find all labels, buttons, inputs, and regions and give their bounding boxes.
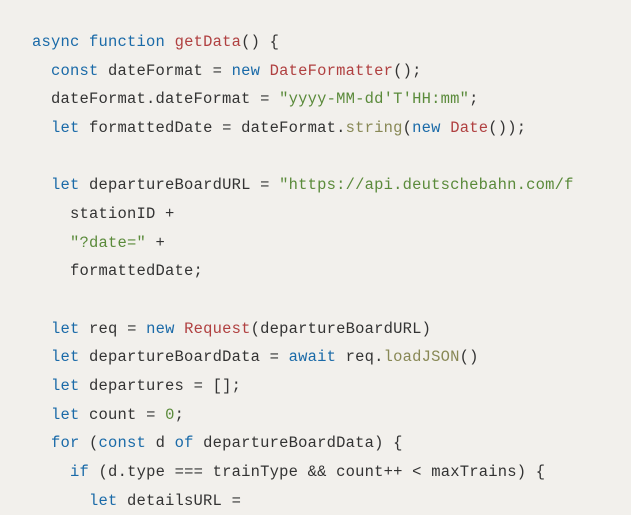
kw-for: for: [51, 434, 80, 452]
kw-new: new: [412, 119, 441, 137]
ident: departureBoardData: [89, 348, 260, 366]
brace-open: {: [260, 33, 279, 51]
paren-close: ): [422, 320, 432, 338]
ident: dateFormat: [108, 62, 203, 80]
op-eq: =: [251, 90, 280, 108]
punct: ());: [488, 119, 526, 137]
class-name: DateFormatter: [270, 62, 394, 80]
number: 0: [165, 406, 175, 424]
ident: count: [336, 463, 384, 481]
op-eq: =: [118, 320, 147, 338]
paren-open: (: [80, 434, 99, 452]
method: string: [346, 119, 403, 137]
op-inc: ++: [384, 463, 403, 481]
semi: ;: [175, 406, 185, 424]
string: "https://api.deutschebahn.com/f: [279, 176, 574, 194]
op-eq: =: [203, 62, 232, 80]
ident: departureBoardData: [203, 434, 374, 452]
ident: trainType: [213, 463, 299, 481]
paren-open: (: [403, 119, 413, 137]
op-eq: =: [222, 492, 241, 510]
kw-of: of: [175, 434, 194, 452]
op-eq: =: [213, 119, 242, 137]
kw-let: let: [51, 377, 80, 395]
op-eq: =: [260, 348, 289, 366]
dot: .: [336, 119, 346, 137]
ident: stationID: [70, 205, 156, 223]
paren-open: (: [251, 320, 261, 338]
ident: dateFormat: [156, 90, 251, 108]
kw-await: await: [289, 348, 337, 366]
op-lt: <: [403, 463, 432, 481]
kw-let: let: [51, 320, 80, 338]
op-plus: +: [156, 205, 175, 223]
fn-name: getData: [175, 33, 242, 51]
ident: dateFormat: [241, 119, 336, 137]
kw-const: const: [99, 434, 147, 452]
op-and: &&: [298, 463, 336, 481]
ident: departureBoardURL: [89, 176, 251, 194]
kw-let: let: [89, 492, 118, 510]
op-eq: =: [137, 406, 166, 424]
class-name: Request: [184, 320, 251, 338]
op-plus: +: [146, 234, 165, 252]
kw-let: let: [51, 176, 80, 194]
ident: formattedDate: [70, 262, 194, 280]
ident: maxTrains: [431, 463, 517, 481]
semi: ;: [194, 262, 204, 280]
ident: dateFormat: [51, 90, 146, 108]
string: "yyyy-MM-dd'T'HH:mm": [279, 90, 469, 108]
op-eqeqeq: ===: [165, 463, 213, 481]
code-block: async function getData() { const dateFor…: [32, 28, 631, 515]
ident: type: [127, 463, 165, 481]
ident: count: [89, 406, 137, 424]
kw-let: let: [51, 348, 80, 366]
kw-new: new: [146, 320, 175, 338]
punct: (): [241, 33, 260, 51]
punct: (): [460, 348, 479, 366]
class-name: Date: [450, 119, 488, 137]
ident: formattedDate: [89, 119, 213, 137]
ident: departureBoardURL: [260, 320, 422, 338]
punct: ();: [393, 62, 422, 80]
kw-let: let: [51, 119, 80, 137]
op-eq: =: [184, 377, 213, 395]
punct: [];: [213, 377, 242, 395]
kw-new: new: [232, 62, 261, 80]
dot: .: [118, 463, 128, 481]
ident: req: [346, 348, 375, 366]
brace-open: ) {: [374, 434, 403, 452]
ident: detailsURL: [127, 492, 222, 510]
ident: req: [89, 320, 118, 338]
dot: .: [374, 348, 384, 366]
kw-const: const: [51, 62, 99, 80]
brace-open: ) {: [517, 463, 546, 481]
string: "?date=": [70, 234, 146, 252]
ident: d: [156, 434, 166, 452]
kw-async: async: [32, 33, 80, 51]
op-eq: =: [251, 176, 280, 194]
method: loadJSON: [384, 348, 460, 366]
kw-if: if: [70, 463, 89, 481]
kw-function: function: [89, 33, 165, 51]
semi: ;: [469, 90, 479, 108]
ident: d: [108, 463, 118, 481]
ident: departures: [89, 377, 184, 395]
dot: .: [146, 90, 156, 108]
kw-let: let: [51, 406, 80, 424]
paren-open: (: [89, 463, 108, 481]
